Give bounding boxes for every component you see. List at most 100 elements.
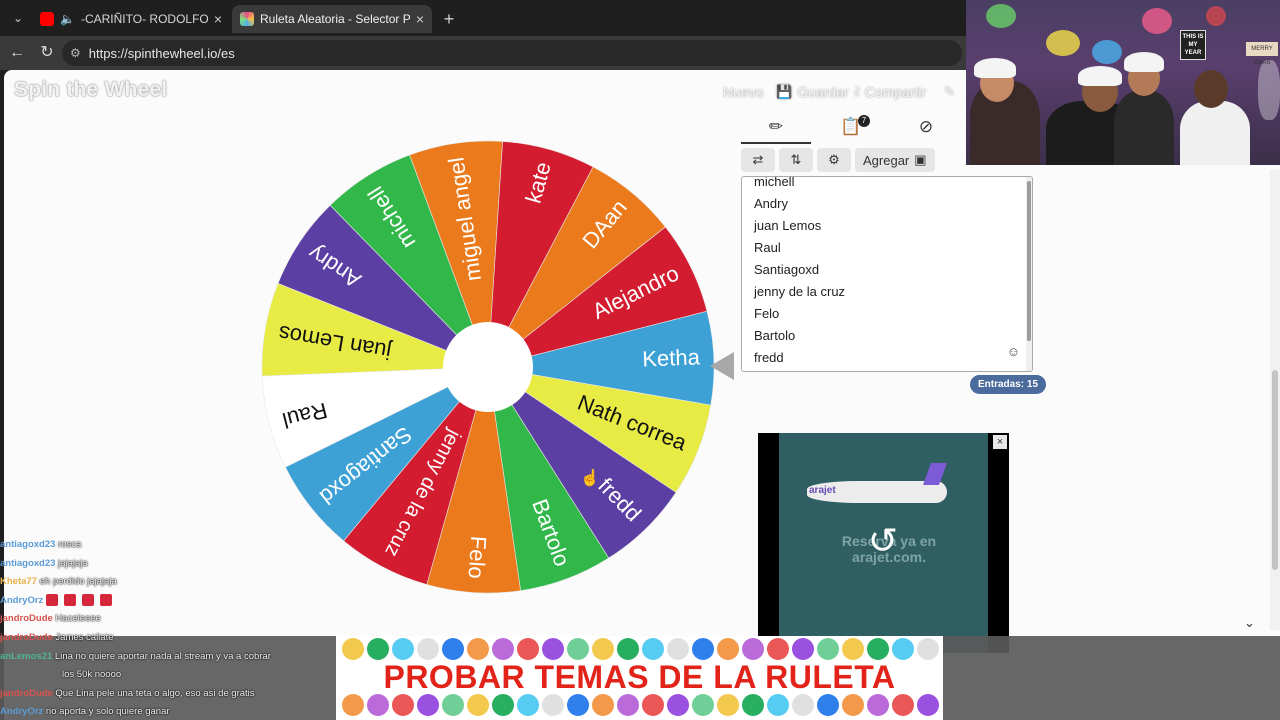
close-tab-icon[interactable]: × xyxy=(214,11,222,27)
tab-results[interactable]: 📋 7 xyxy=(816,112,886,144)
airplane-tail xyxy=(922,463,948,485)
entry-line[interactable]: juan Lemos xyxy=(754,215,845,237)
tab-hide[interactable]: ⊘ xyxy=(891,112,961,144)
page-scroll-thumb[interactable] xyxy=(1272,370,1278,570)
sign: THIS IS MY YEAR xyxy=(1180,30,1206,60)
sort-button[interactable]: ⇅ xyxy=(779,148,813,172)
chat-username: jandroDude xyxy=(0,632,53,643)
ad-brand: arajet xyxy=(809,485,836,496)
emoji-icon xyxy=(567,638,589,660)
chat-username: jandroDude xyxy=(0,613,53,625)
chat-text: James callate xyxy=(52,632,114,643)
emoji-icon xyxy=(717,694,739,716)
chat-username: antiagoxd23 xyxy=(0,539,56,550)
edit-title-button[interactable]: ✎ xyxy=(944,84,955,100)
chat-message: los 50k noooo xyxy=(62,666,121,684)
emoji-icon[interactable]: ☺ xyxy=(1007,344,1020,359)
entry-line[interactable]: Andry xyxy=(754,193,845,215)
speaker-icon[interactable]: 🔈 xyxy=(60,12,75,26)
chat-message: Kheta77 eh perdido jajajaja xyxy=(0,573,117,591)
emoji-icon xyxy=(417,694,439,716)
site-logo[interactable]: Spin the Wheel xyxy=(14,78,167,102)
add-image-button[interactable]: Agregar ▣ xyxy=(855,148,935,172)
tab-spinthewheel[interactable]: Ruleta Aleatoria - Selector Personalizad… xyxy=(232,5,432,33)
close-tab-icon[interactable]: × xyxy=(416,11,424,27)
emoji-icon xyxy=(792,694,814,716)
back-arrow-icon[interactable]: ← xyxy=(6,42,28,64)
wheel-segment-label: Ketha xyxy=(642,344,701,371)
emoji-icon xyxy=(342,694,364,716)
settings-button[interactable]: ⚙ xyxy=(817,148,851,172)
shuffle-icon: ⇄ xyxy=(752,152,764,167)
pencil-icon: ✏ xyxy=(768,117,784,136)
video-ad[interactable]: arajet Reserva ya en arajet.com. ↺ × xyxy=(758,433,1009,653)
chat-message: AndryOrz xyxy=(0,592,115,610)
decoration xyxy=(1092,40,1122,64)
share-button[interactable]: ⫂ Compartir xyxy=(854,84,926,100)
entries-scroll-thumb[interactable] xyxy=(1027,181,1031,341)
emoji-icon xyxy=(417,638,439,660)
tab-youtube[interactable]: 🔈 -CARIÑITO- RODOLFO AICARDI × xyxy=(32,5,230,33)
emoji-icon xyxy=(467,694,489,716)
sort-icon: ⇅ xyxy=(790,152,802,167)
tab-search-icon[interactable]: ⌄ xyxy=(6,6,30,30)
new-button[interactable]: Nuevo xyxy=(723,84,763,100)
emoji-icon xyxy=(442,694,464,716)
site-info-icon[interactable]: ⚙ xyxy=(70,46,81,60)
save-button[interactable]: 💾 Guardar xyxy=(776,84,849,100)
entry-line[interactable]: Raul xyxy=(754,237,845,259)
replay-icon[interactable]: ↺ xyxy=(863,521,903,561)
chat-text: rosca xyxy=(55,539,82,550)
pencil-icon: ✎ xyxy=(944,84,955,99)
decoration xyxy=(1046,30,1080,56)
emoji-icon xyxy=(867,638,889,660)
new-label: Nuevo xyxy=(723,84,764,100)
entries-textarea[interactable]: michell Andry juan Lemos Raul Santiagoxd jenn… xyxy=(741,176,1033,372)
emoji-icon xyxy=(767,638,789,660)
tab-title: Ruleta Aleatoria - Selector Personalizad… xyxy=(260,12,410,26)
chevron-down-icon[interactable]: ⌄ xyxy=(1244,615,1255,631)
emoji-icon xyxy=(842,694,864,716)
entry-line[interactable]: michell xyxy=(754,177,845,193)
siren-emote-icon xyxy=(100,594,113,607)
youtube-favicon-icon xyxy=(40,12,54,26)
tab-edit-entries[interactable]: ✏ xyxy=(741,112,811,144)
person xyxy=(1114,91,1174,165)
emoji-icon xyxy=(442,638,464,660)
ad-frame: arajet Reserva ya en arajet.com. ↺ xyxy=(779,433,988,653)
emoji-icon xyxy=(517,694,539,716)
entry-line[interactable]: Bartolo xyxy=(754,325,845,347)
wheel-center-hub[interactable] xyxy=(443,322,533,412)
entries-scrollbar[interactable] xyxy=(1026,177,1032,371)
shuffle-button[interactable]: ⇄ xyxy=(741,148,775,172)
address-bar[interactable]: ⚙ https://spinthewheel.io/es xyxy=(62,40,962,66)
chat-username: AndryOrz xyxy=(0,594,44,606)
emoji-icon xyxy=(917,694,939,716)
page-scrollbar[interactable] xyxy=(1270,170,1280,630)
emoji-icon xyxy=(667,638,689,660)
entry-line[interactable]: Santiagoxd xyxy=(754,259,845,281)
entry-line[interactable]: fredd xyxy=(754,347,845,369)
chat-message: antiagoxd23 jajajaja xyxy=(0,555,88,573)
new-tab-plus-icon[interactable]: + xyxy=(438,8,460,30)
siren-emote-icon xyxy=(64,594,77,607)
add-label: Agregar xyxy=(863,152,910,168)
entries-list: michell Andry juan Lemos Raul Santiagoxd jenn… xyxy=(754,177,845,371)
entry-line[interactable]: Felo xyxy=(754,303,845,325)
airplane-image: arajet xyxy=(807,463,948,503)
decoration xyxy=(986,4,1016,28)
siren-emote-icon xyxy=(46,594,59,607)
entry-line[interactable]: Nath xyxy=(754,369,845,371)
chat-message: AndryOrz no aporta y solo quiere ganar xyxy=(0,703,170,720)
emoji-icon xyxy=(567,694,589,716)
santa-hat xyxy=(1078,66,1122,86)
chat-message: jandroDude Haceleeee xyxy=(0,610,101,628)
entry-line[interactable]: jenny de la cruz xyxy=(754,281,845,303)
emoji-icon xyxy=(517,638,539,660)
sign: MERRY XMAS xyxy=(1246,42,1278,66)
reload-icon[interactable]: ↻ xyxy=(36,42,58,64)
ad-close-icon[interactable]: × xyxy=(993,435,1007,449)
chat-text: no aporta y solo quiere ganar xyxy=(43,706,170,718)
tab-title: -CARIÑITO- RODOLFO AICARDI xyxy=(80,12,208,26)
emoji-icon xyxy=(492,638,514,660)
